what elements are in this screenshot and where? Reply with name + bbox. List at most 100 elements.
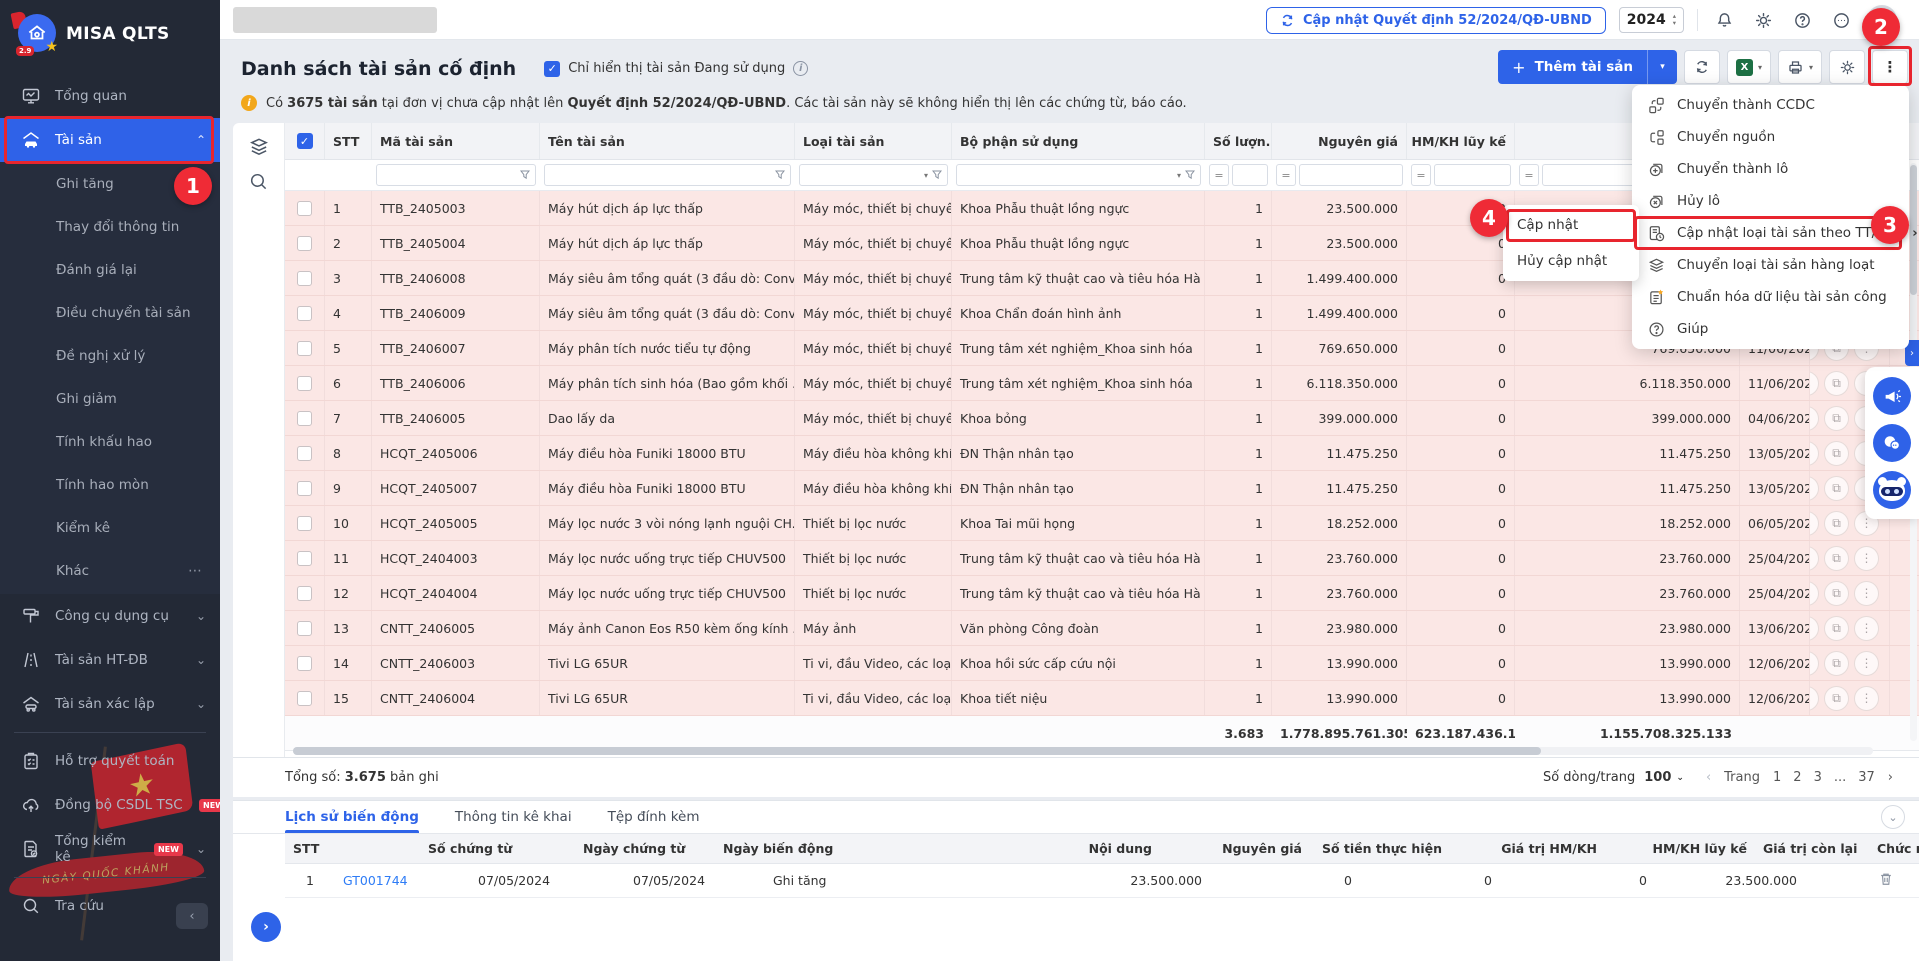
bell-icon[interactable]	[1711, 7, 1737, 33]
copy-icon[interactable]: ⧉	[1824, 546, 1849, 571]
row-checkbox[interactable]	[285, 436, 325, 470]
menu-item-update-asset-type[interactable]: Cập nhật loại tài sản theo TT/QĐ ›	[1632, 217, 1909, 249]
row-checkbox[interactable]	[285, 541, 325, 575]
sidebar-item-tools[interactable]: Công cụ dụng cụ ⌄	[0, 594, 220, 638]
row-checkbox[interactable]	[285, 226, 325, 260]
col-header-stt[interactable]: STT	[325, 123, 372, 159]
copy-icon[interactable]: ⧉	[1824, 511, 1849, 536]
sidebar-subitem[interactable]: Điều chuyển tài sản	[0, 291, 220, 334]
menu-item-cancel-batch[interactable]: Hủy lô	[1632, 185, 1909, 217]
more-actions-button[interactable]: ⋮	[1872, 50, 1908, 84]
edit-icon[interactable]: ✎	[1810, 476, 1819, 501]
announcement-button[interactable]	[1873, 377, 1911, 415]
sidebar-item-assets[interactable]: Tài sản ⌃	[0, 118, 220, 162]
row-checkbox[interactable]	[285, 366, 325, 400]
menu-item-bulk-change-type[interactable]: Chuyển loại tài sản hàng loạt	[1632, 249, 1909, 281]
horizontal-scrollbar-thumb[interactable]	[293, 747, 1541, 755]
sidebar-item-infrastructure[interactable]: Tài sản HT-ĐB ⌄	[0, 638, 220, 682]
tab-attachments[interactable]: Tệp đính kèm	[608, 801, 700, 833]
menu-item-standardize-data[interactable]: Chuẩn hóa dữ liệu tài sản công	[1632, 281, 1909, 313]
menu-item-convert-batch[interactable]: Chuyển thành lô	[1632, 153, 1909, 185]
row-checkbox[interactable]	[285, 331, 325, 365]
help-icon[interactable]	[1789, 7, 1815, 33]
add-asset-dropdown[interactable]: ▾	[1647, 50, 1677, 84]
sidebar-subitem[interactable]: Tính khấu hao	[0, 420, 220, 463]
horizontal-scrollbar[interactable]	[293, 747, 1873, 755]
layers-icon[interactable]	[248, 136, 270, 158]
delete-icon[interactable]	[1879, 872, 1893, 886]
filter-select-dept[interactable]: ▾	[956, 164, 1201, 186]
row-more-icon[interactable]: ⋮	[1854, 616, 1879, 641]
edit-icon[interactable]: ✎	[1810, 441, 1819, 466]
filter-input-dep[interactable]	[1434, 164, 1511, 186]
sidebar-subitem[interactable]: Ghi tăng	[0, 162, 220, 205]
col-header-qty[interactable]: Số lượn...	[1205, 123, 1272, 159]
sidebar-item-settlement[interactable]: Hỗ trợ quyết toán	[0, 739, 220, 783]
copy-icon[interactable]: ⧉	[1824, 581, 1849, 606]
sidebar-item-established-assets[interactable]: Tài sản xác lập ⌄	[0, 682, 220, 726]
filter-input-code[interactable]	[376, 164, 536, 186]
sidebar-subitem[interactable]: Ghi giảm	[0, 377, 220, 420]
filter-operator-cost[interactable]: =	[1276, 164, 1296, 186]
row-checkbox[interactable]	[285, 611, 325, 645]
sidebar-item-overview[interactable]: Tổng quan	[0, 74, 220, 118]
copy-icon[interactable]: ⧉	[1824, 476, 1849, 501]
row-checkbox[interactable]	[285, 401, 325, 435]
sidebar-subitem[interactable]: Đánh giá lại	[0, 248, 220, 291]
row-checkbox[interactable]	[285, 296, 325, 330]
table-row[interactable]: 8 HCQT_2405006 Máy điều hòa Funiki 18000…	[285, 436, 1919, 471]
sidebar-collapse-button[interactable]: ‹	[176, 903, 208, 929]
submenu-item-update[interactable]: Cập nhật	[1503, 207, 1639, 243]
prev-page-button[interactable]: ‹	[1706, 770, 1711, 785]
edit-icon[interactable]: ✎	[1810, 546, 1819, 571]
chat-icon[interactable]	[1828, 7, 1854, 33]
sidebar-subitem[interactable]: Thay đổi thông tin	[0, 205, 220, 248]
in-use-filter[interactable]: ✓ Chỉ hiển thị tài sản Đang sử dụng i	[544, 61, 808, 77]
update-decision-button[interactable]: Cập nhật Quyết định 52/2024/QĐ-UBND	[1266, 7, 1606, 34]
table-row[interactable]: 11 HCQT_2404003 Máy lọc nước uống trực t…	[285, 541, 1919, 576]
page-number[interactable]: 3	[1814, 770, 1822, 785]
year-selector[interactable]: 2024 ▴▾	[1619, 7, 1684, 33]
sidebar-subitem[interactable]: Đề nghị xử lý	[0, 334, 220, 377]
document-number-link[interactable]: GT001744	[343, 873, 408, 888]
filter-input-qty[interactable]	[1232, 164, 1268, 186]
col-header-name[interactable]: Tên tài sản	[540, 123, 795, 159]
table-row[interactable]: 15 CNTT_2406004 Tivi LG 65UR Ti vi, đầu …	[285, 681, 1919, 716]
table-row[interactable]: 13 CNTT_2406005 Máy ảnh Canon Eos R50 kè…	[285, 611, 1919, 646]
search-icon[interactable]	[248, 171, 270, 192]
filter-operator-qty[interactable]: =	[1209, 164, 1229, 186]
select-all-checkbox[interactable]: ✓	[285, 123, 325, 159]
filter-select-type[interactable]: ▾	[799, 164, 948, 186]
col-header-dep[interactable]: HM/KH lũy kế	[1407, 123, 1515, 159]
page-number[interactable]: 2	[1793, 770, 1801, 785]
edit-icon[interactable]: ✎	[1810, 406, 1819, 431]
menu-item-transfer-source[interactable]: Chuyển nguồn	[1632, 121, 1909, 153]
table-row[interactable]: 6 TTB_2406006 Máy phân tích sinh hóa (Ba…	[285, 366, 1919, 401]
print-button[interactable]: ▾	[1778, 50, 1822, 84]
row-checkbox[interactable]	[285, 471, 325, 505]
collapse-panel-button[interactable]: ⌄	[1881, 805, 1905, 829]
tab-history[interactable]: Lịch sử biến động	[285, 801, 419, 833]
assistant-bot-button[interactable]	[1873, 471, 1911, 509]
edit-icon[interactable]: ✎	[1810, 581, 1819, 606]
copy-icon[interactable]: ⧉	[1824, 441, 1849, 466]
row-checkbox[interactable]	[285, 576, 325, 610]
copy-icon[interactable]: ⧉	[1824, 616, 1849, 641]
row-checkbox[interactable]	[285, 681, 325, 715]
sidebar-item-sync-csdl[interactable]: Đồng bộ CSDL TSC NEW	[0, 783, 220, 827]
page-number[interactable]: 1	[1773, 770, 1781, 785]
copy-icon[interactable]: ⧉	[1824, 686, 1849, 711]
checkbox-checked[interactable]: ✓	[544, 61, 560, 77]
tab-declaration[interactable]: Thông tin kê khai	[455, 801, 572, 833]
history-row[interactable]: 1 GT001744 07/05/2024 07/05/2024 Ghi tăn…	[285, 864, 1919, 898]
row-more-icon[interactable]: ⋮	[1854, 581, 1879, 606]
avatar[interactable]	[1867, 5, 1897, 35]
row-checkbox[interactable]	[285, 506, 325, 540]
col-header-type[interactable]: Loại tài sản	[795, 123, 952, 159]
chat-support-button[interactable]	[1873, 424, 1911, 462]
menu-item-convert-ccdc[interactable]: Chuyển thành CCDC	[1632, 89, 1909, 121]
row-checkbox[interactable]	[285, 646, 325, 680]
sidebar-subitem[interactable]: Tính hao mòn	[0, 463, 220, 506]
row-more-icon[interactable]: ⋮	[1854, 546, 1879, 571]
filter-operator-dep[interactable]: =	[1411, 164, 1431, 186]
